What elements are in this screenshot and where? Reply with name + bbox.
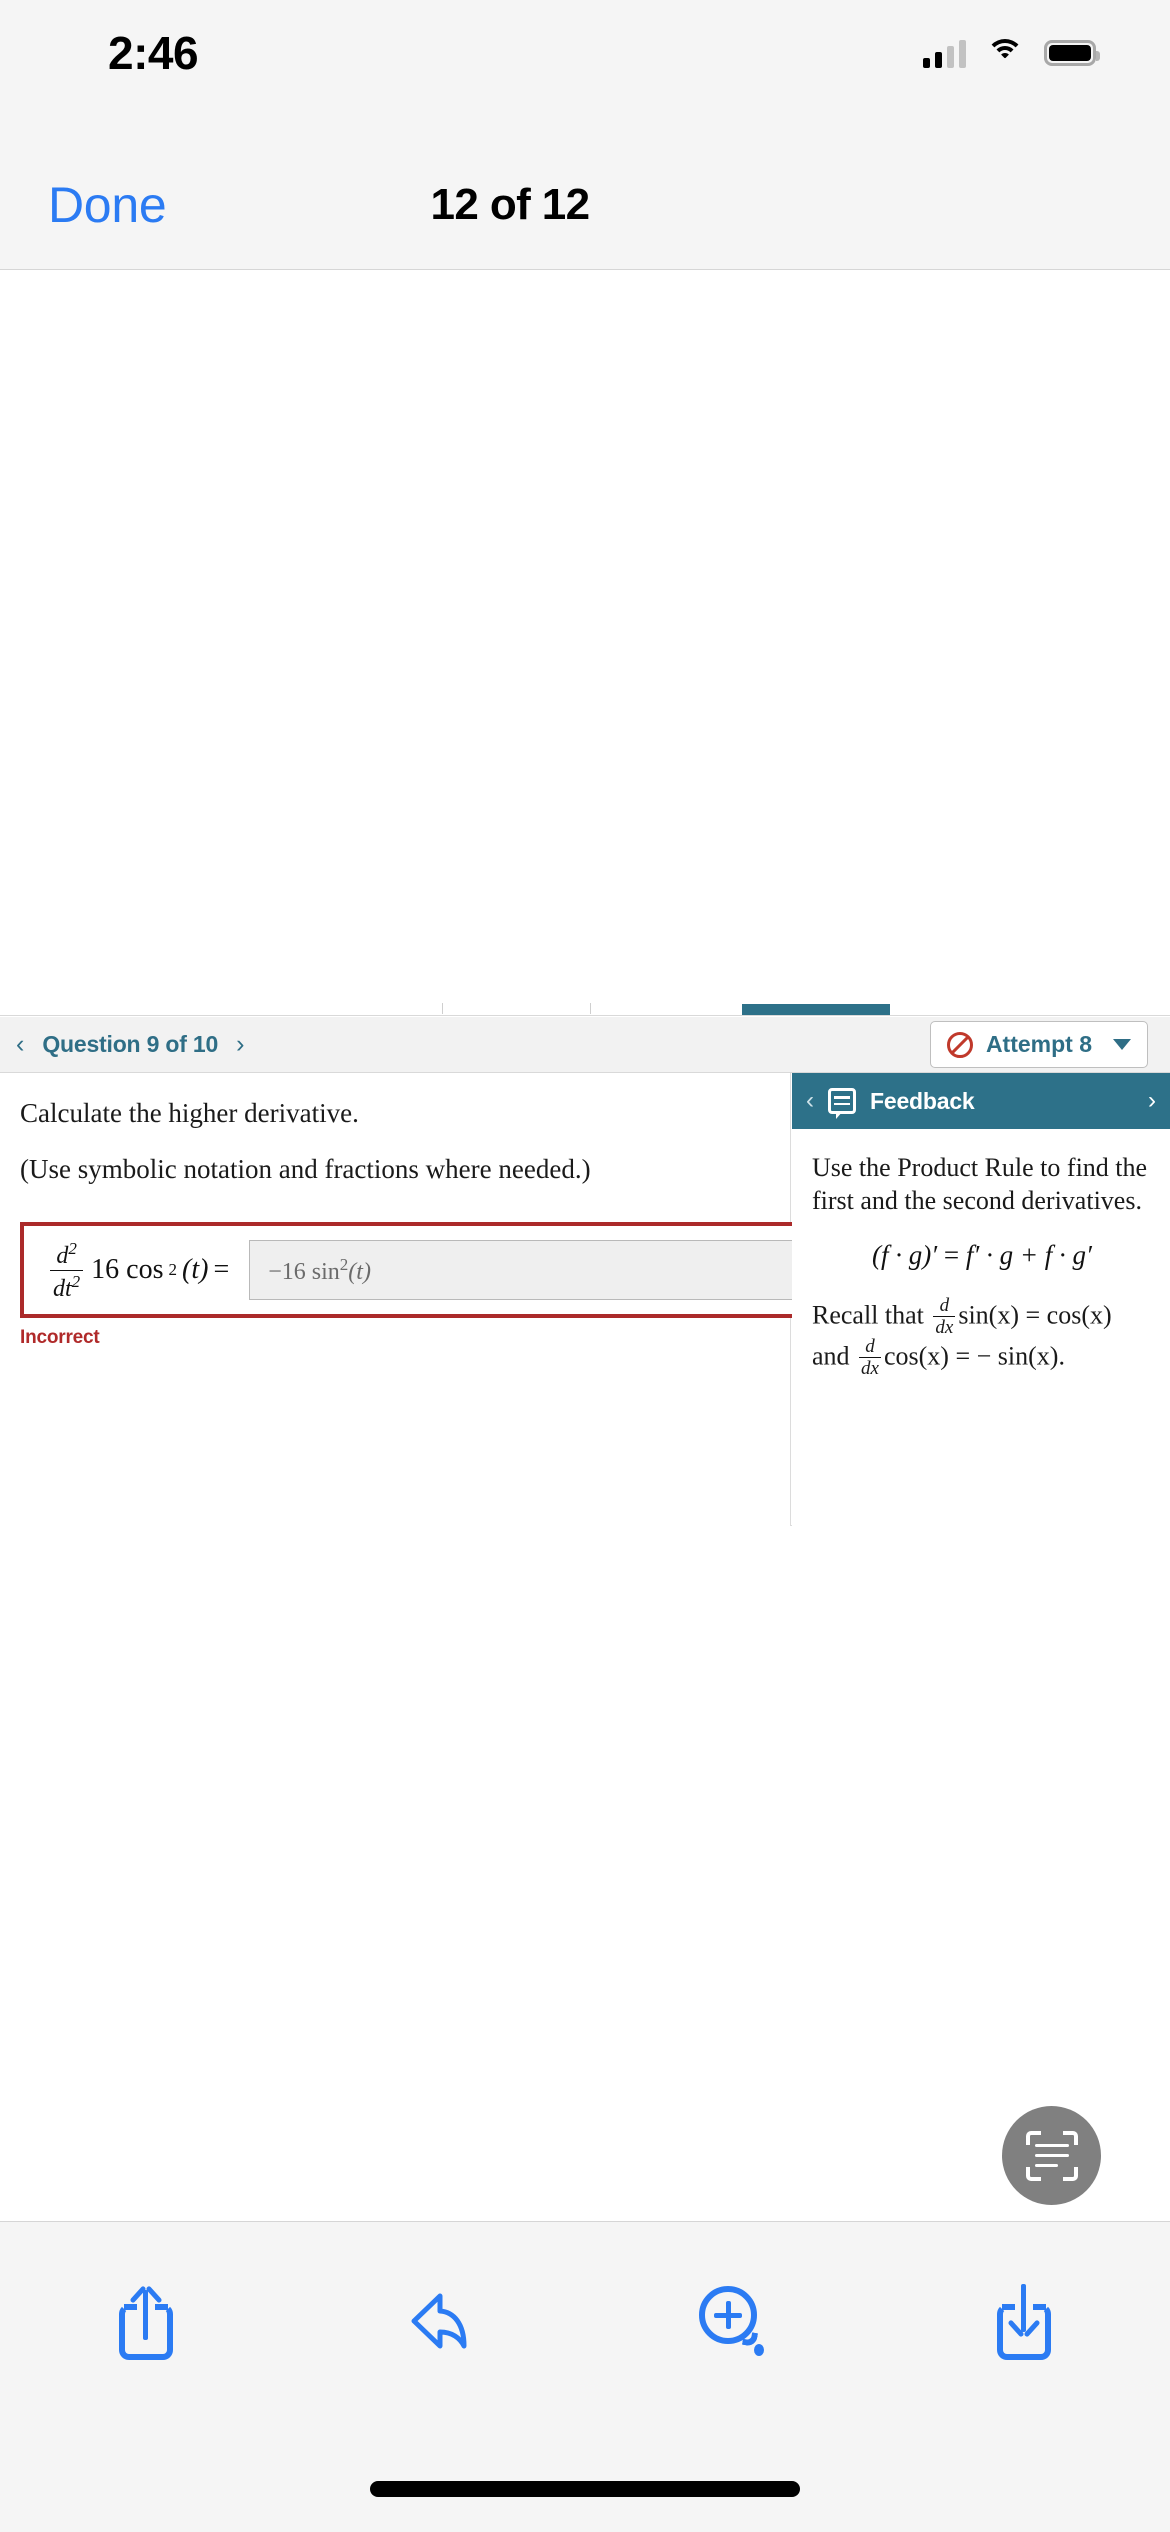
formula-lhs: (f · g)′	[872, 1239, 938, 1270]
answer-input-value: −16 sin2(t)	[268, 1254, 371, 1285]
signal-bars-icon	[923, 38, 966, 68]
bottom-toolbar	[0, 2221, 1170, 2451]
feedback-title: Feedback	[870, 1087, 975, 1114]
frac-numerator: d	[56, 1242, 69, 1269]
content-panels: Calculate the higher derivative. (Use sy…	[0, 1073, 1170, 1526]
cos-identity: cos(x) = − sin(x).	[883, 1341, 1065, 1370]
recall-text: Recall that	[812, 1300, 924, 1329]
download-icon	[996, 2282, 1051, 2360]
status-time: 2:46	[108, 27, 199, 79]
answer-area: d2 dt2 16 cos 2 (t) = −16 sin2(t) Incorrec…	[20, 1222, 910, 1349]
active-tab-indicator	[742, 1004, 890, 1015]
feedback-panel: ‹ Feedback › Use the Product Rule to fin…	[792, 1073, 1170, 1526]
download-button[interactable]	[964, 2266, 1084, 2376]
product-rule-formula: (f · g)′ = f′ · g + f · g′	[812, 1240, 1152, 1271]
page-title: 12 of 12	[430, 180, 590, 229]
formula-rhs: f′ · g + f · g′	[965, 1239, 1092, 1270]
expression-body: 16 cos	[91, 1254, 164, 1285]
chevron-left-icon[interactable]: ‹	[806, 1089, 814, 1113]
home-indicator[interactable]	[370, 2481, 800, 2497]
feedback-bubble-icon	[828, 1088, 856, 1119]
no-entry-icon	[946, 1031, 973, 1058]
feedback-paragraph-1: Use the Product Rule to find the first a…	[812, 1153, 1148, 1216]
share-button[interactable]	[86, 2266, 206, 2376]
expression-argument: (t)	[182, 1254, 209, 1285]
status-bar: 2:46	[0, 0, 1170, 100]
question-panel: Calculate the higher derivative. (Use sy…	[0, 1073, 910, 1526]
attempt-selector[interactable]: Attempt 8	[929, 1021, 1148, 1068]
question-navigation: ‹ Question 9 of 10 ›	[16, 1031, 244, 1058]
result-status-badge: Incorrect	[20, 1327, 100, 1348]
status-icons	[923, 38, 1100, 68]
chevron-left-icon[interactable]: ‹	[16, 1032, 24, 1057]
equals-sign: =	[213, 1254, 230, 1285]
tab-tick-1	[442, 1003, 443, 1014]
chevron-right-icon[interactable]: ›	[1148, 1089, 1156, 1113]
feedback-paragraph-2: Recall that d dx sin(x) = cos(x) and d d…	[812, 1294, 1152, 1379]
live-text-button[interactable]	[1002, 2106, 1101, 2205]
formula-equals: =	[943, 1239, 960, 1270]
navigation-bar: Done 12 of 12	[0, 100, 1170, 270]
reply-arrow-icon	[411, 2293, 467, 2349]
expression-body-exponent: 2	[168, 1260, 178, 1279]
question-toolbar: ‹ Question 9 of 10 › Attempt 8	[0, 1017, 1170, 1073]
share-icon	[119, 2282, 174, 2360]
feedback-body: Use the Product Rule to find the first a…	[792, 1129, 1170, 1379]
tab-indicator-strip	[0, 1003, 1170, 1016]
home-indicator-area	[0, 2451, 1170, 2532]
frac-denominator: dt	[53, 1275, 72, 1302]
question-prompt: Calculate the higher derivative.	[20, 1098, 359, 1128]
frac-denominator-exponent: 2	[71, 1271, 81, 1291]
wifi-icon	[986, 39, 1024, 67]
answer-box: d2 dt2 16 cos 2 (t) = −16 sin2(t)	[20, 1222, 910, 1318]
markup-button[interactable]	[671, 2266, 791, 2376]
derivative-operator: d2 dt2	[50, 1238, 84, 1302]
ddx-fraction-1: d dx	[933, 1294, 956, 1338]
question-counter-label: Question 9 of 10	[42, 1031, 219, 1057]
tab-tick-2	[590, 1003, 591, 1014]
feedback-header: ‹ Feedback ›	[792, 1073, 1170, 1129]
chevron-right-icon[interactable]: ›	[236, 1032, 244, 1057]
ddx-fraction-2: d dx	[859, 1335, 881, 1379]
derivative-expression: d2 dt2 16 cos 2 (t) =	[50, 1240, 229, 1301]
chevron-down-icon[interactable]	[1113, 1039, 1131, 1050]
question-instruction: (Use symbolic notation and fractions whe…	[20, 1154, 591, 1185]
reply-button[interactable]	[379, 2266, 499, 2376]
attempt-label: Attempt 8	[985, 1031, 1092, 1057]
battery-full-icon	[1044, 40, 1100, 66]
markup-add-icon	[699, 2286, 765, 2356]
frac-numerator-exponent: 2	[68, 1238, 77, 1258]
live-text-scan-icon	[1025, 2130, 1078, 2181]
